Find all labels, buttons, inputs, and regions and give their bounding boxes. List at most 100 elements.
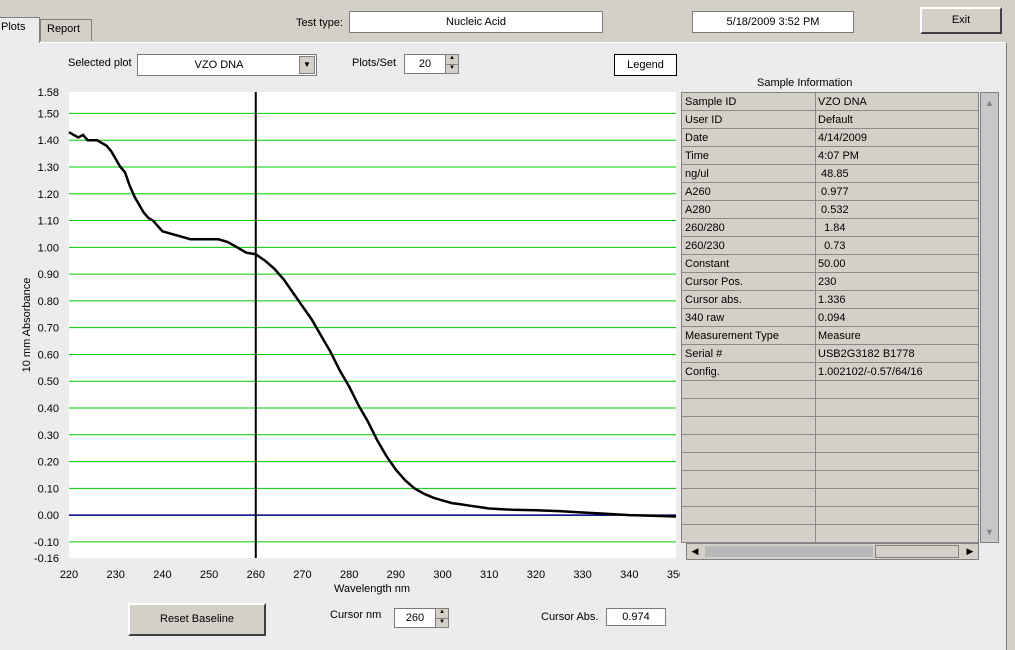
cursor-nm-input[interactable]: 260 [394, 608, 436, 628]
scroll-thumb[interactable] [875, 545, 959, 558]
row-value: VZO DNA [818, 96, 867, 108]
row-key: Date [685, 132, 709, 144]
row-key: Serial # [685, 348, 723, 360]
table-row [682, 453, 978, 471]
plots-per-set-input[interactable]: 20 [404, 54, 446, 74]
table-row [682, 471, 978, 489]
row-value: 48.85 [818, 168, 849, 180]
table-row: 340 raw 0.094 [682, 309, 978, 327]
cursor-abs-label: Cursor Abs. [541, 611, 599, 623]
sample-info-table: Sample ID VZO DNA User ID Default Date 4/14/2… [681, 92, 979, 543]
x-tick-label: 350 [667, 569, 680, 581]
row-value: 50.00 [818, 258, 846, 270]
y-tick-label: 0.00 [38, 510, 59, 522]
x-tick-label: 280 [340, 569, 358, 581]
row-value: 1.002102/-0.57/64/16 [818, 366, 923, 378]
tab-plots[interactable]: Plots [0, 17, 40, 43]
y-tick-label: 0.40 [38, 403, 59, 415]
tab-report-label: Report [47, 23, 81, 35]
row-value: 0.73 [818, 240, 846, 252]
vertical-scrollbar[interactable]: ▲ ▼ [980, 92, 999, 543]
x-tick-label: 300 [433, 569, 451, 581]
y-tick-label: 1.40 [38, 135, 59, 147]
y-tick-label: 0.70 [38, 323, 59, 335]
row-value: 0.094 [818, 312, 846, 324]
x-tick-label: 220 [60, 569, 78, 581]
row-value: USB2G3182 B1778 [818, 348, 915, 360]
horizontal-scrollbar[interactable]: ◀ ▶ [686, 543, 979, 560]
scroll-track[interactable] [705, 546, 873, 557]
stepper-down-icon[interactable]: ▼ [436, 618, 448, 627]
scroll-left-icon[interactable]: ◀ [688, 544, 702, 559]
table-row [682, 399, 978, 417]
y-tick-label: 0.50 [38, 376, 59, 388]
table-row: Cursor abs. 1.336 [682, 291, 978, 309]
table-row: Config. 1.002102/-0.57/64/16 [682, 363, 978, 381]
row-value: Default [818, 114, 853, 126]
stepper-down-icon[interactable]: ▼ [446, 64, 458, 73]
row-value: 4:07 PM [818, 150, 859, 162]
y-tick-label: 1.58 [38, 87, 59, 99]
scroll-right-icon[interactable]: ▶ [963, 544, 977, 559]
y-tick-label: -0.16 [34, 553, 59, 565]
row-value: 0.977 [818, 186, 849, 198]
y-tick-label: 1.30 [38, 162, 59, 174]
stepper-up-icon[interactable]: ▲ [446, 55, 458, 64]
stepper-up-icon[interactable]: ▲ [436, 609, 448, 618]
row-value: 1.336 [818, 294, 846, 306]
y-tick-label: 0.10 [38, 483, 59, 495]
row-key: Sample ID [685, 96, 737, 108]
absorbance-chart: -0.16 -0.10 0.00 0.10 0.20 0.30 0.40 0.50 0.60 0.… [21, 87, 680, 595]
reset-baseline-button[interactable]: Reset Baseline [128, 603, 266, 636]
scroll-down-icon[interactable]: ▼ [982, 524, 997, 540]
row-value: Measure [818, 330, 861, 342]
y-tick-label: 0.90 [38, 269, 59, 281]
x-tick-label: 240 [153, 569, 171, 581]
table-row: User ID Default [682, 111, 978, 129]
table-row: Cursor Pos. 230 [682, 273, 978, 291]
x-tick-label: 250 [200, 569, 218, 581]
table-row: 260/280 1.84 [682, 219, 978, 237]
y-tick-label: 1.50 [38, 108, 59, 120]
row-key: Cursor Pos. [685, 276, 744, 288]
table-row: Date 4/14/2009 [682, 129, 978, 147]
tab-plots-label: Plots [1, 21, 26, 33]
table-row [682, 507, 978, 525]
y-tick-label: 0.20 [38, 457, 59, 469]
datetime-display: 5/18/2009 3:52 PM [692, 11, 854, 33]
x-tick-label: 320 [527, 569, 545, 581]
row-key: Cursor abs. [685, 294, 742, 306]
row-key: A280 [685, 204, 711, 216]
row-key: Measurement Type [685, 330, 779, 342]
row-key: ng/ul [685, 168, 709, 180]
table-row: Sample ID VZO DNA [682, 93, 978, 111]
plots-per-set-stepper[interactable]: ▲ ▼ [445, 54, 459, 74]
y-tick-label: 0.80 [38, 296, 59, 308]
row-key: 260/280 [685, 222, 725, 234]
x-tick-label: 290 [387, 569, 405, 581]
x-tick-label: 340 [620, 569, 638, 581]
legend-button[interactable]: Legend [614, 54, 677, 76]
table-row: A260 0.977 [682, 183, 978, 201]
table-row [682, 381, 978, 399]
y-tick-label: 0.60 [38, 349, 59, 361]
y-tick-label: 1.10 [38, 216, 59, 228]
scroll-up-icon[interactable]: ▲ [982, 95, 997, 111]
cursor-nm-stepper[interactable]: ▲ ▼ [435, 608, 449, 628]
sample-info-title: Sample Information [757, 77, 853, 89]
test-type-label: Test type: [296, 17, 344, 29]
x-tick-label: 260 [247, 569, 265, 581]
table-row: Measurement Type Measure [682, 327, 978, 345]
x-tick-label: 310 [480, 569, 498, 581]
tab-report[interactable]: Report [40, 19, 92, 41]
x-tick-label: 270 [293, 569, 311, 581]
row-value: 4/14/2009 [818, 132, 867, 144]
table-row [682, 417, 978, 435]
exit-button[interactable]: Exit [920, 7, 1002, 34]
y-axis-label: 10 mm Absorbance [21, 278, 33, 373]
selected-plot-label: Selected plot [68, 57, 132, 69]
x-axis-label: Wavelength nm [334, 583, 410, 595]
test-type-field: Nucleic Acid [349, 11, 603, 33]
selected-plot-dropdown[interactable]: VZO DNA ▼ [137, 54, 317, 76]
chevron-down-icon[interactable]: ▼ [299, 56, 315, 74]
